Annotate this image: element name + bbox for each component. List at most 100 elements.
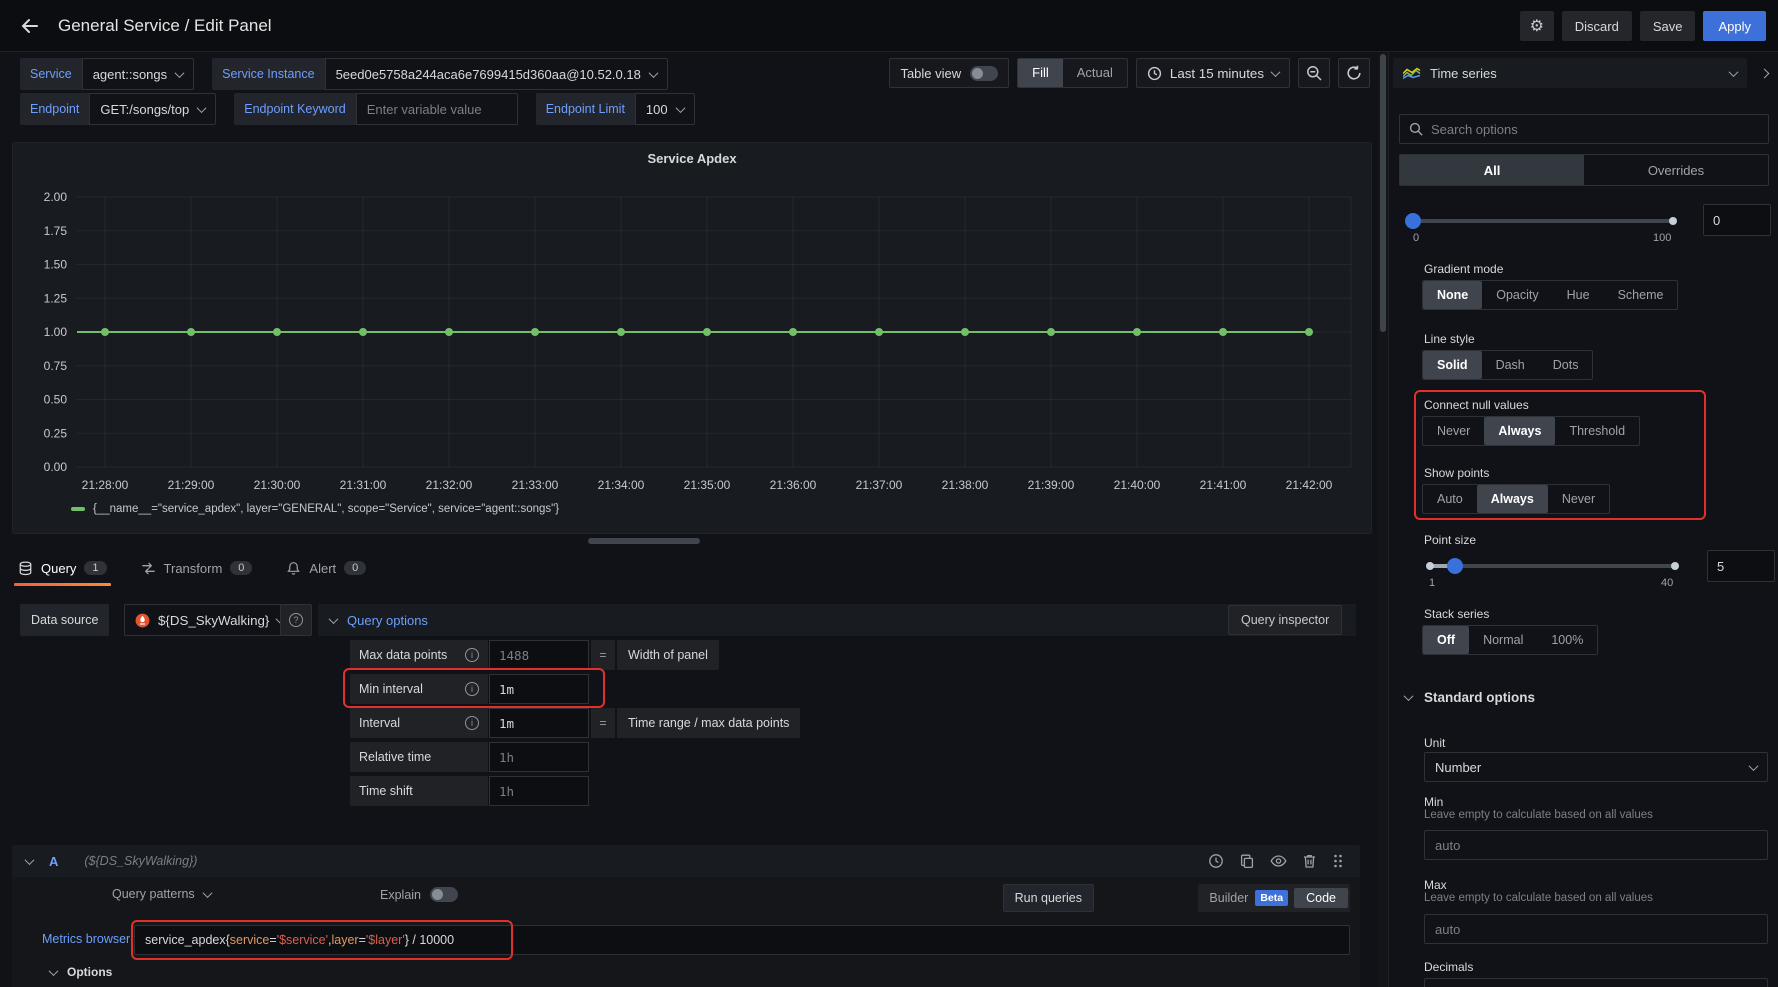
min-input[interactable] (1424, 830, 1768, 860)
line-style-option-solid[interactable]: Solid (1423, 351, 1482, 379)
tab-transform[interactable]: Transform 0 (137, 548, 257, 588)
max-data-points-input[interactable]: 1488 (489, 640, 589, 670)
actual-option[interactable]: Actual (1063, 59, 1127, 87)
help-icon: ? (289, 613, 303, 627)
fill-option[interactable]: Fill (1018, 59, 1063, 87)
line-style-option-dots[interactable]: Dots (1539, 351, 1593, 379)
show-points-option-always[interactable]: Always (1477, 485, 1548, 513)
connect-nulls-option-always[interactable]: Always (1484, 417, 1555, 445)
promql-token: = (269, 933, 276, 947)
chevron-down-icon (197, 103, 207, 113)
endpoint-limit-dropdown[interactable]: 100 (635, 93, 695, 125)
endpoint-dropdown[interactable]: GET:/songs/top (89, 93, 216, 125)
line-style-option-dash[interactable]: Dash (1482, 351, 1539, 379)
connect-nulls-option-threshold[interactable]: Threshold (1555, 417, 1639, 445)
show-points-option-never[interactable]: Never (1548, 485, 1609, 513)
eye-icon[interactable] (1270, 853, 1287, 869)
svg-text:21:40:00: 21:40:00 (1114, 478, 1161, 492)
gradient-mode-option-opacity[interactable]: Opacity (1482, 281, 1552, 309)
query-patterns-dropdown[interactable]: Query patterns (112, 887, 211, 901)
back-button[interactable] (20, 16, 40, 36)
point-size-value-input[interactable] (1707, 550, 1775, 582)
panel-toolbar: Table view Fill Actual Last 15 minutes (889, 58, 1370, 88)
time-range-picker[interactable]: Last 15 minutes (1136, 58, 1290, 88)
min-interval-input[interactable]: 1m (489, 674, 589, 704)
visualization-picker[interactable]: Time series (1393, 58, 1747, 88)
query-options-collapsible[interactable]: Options (50, 965, 112, 979)
promql-code-editor[interactable]: service_apdex{service='$service', layer=… (134, 925, 1350, 955)
time-shift-input[interactable]: 1h (489, 776, 589, 806)
gradient-mode-option-hue[interactable]: Hue (1553, 281, 1604, 309)
relative-time-input[interactable]: 1h (489, 742, 589, 772)
stack-series-label: Stack series (1424, 607, 1489, 621)
tab-overrides[interactable]: Overrides (1584, 155, 1768, 185)
fill-opacity-slider-track[interactable] (1413, 219, 1673, 223)
chart-legend[interactable]: {__name__="service_apdex", layer="GENERA… (71, 503, 559, 515)
tab-all[interactable]: All (1400, 155, 1584, 185)
discard-button[interactable]: Discard (1562, 11, 1632, 41)
standard-options-section[interactable]: Standard options (1405, 690, 1535, 705)
duplicate-icon[interactable] (1239, 853, 1255, 869)
connect-nulls-option-never[interactable]: Never (1423, 417, 1484, 445)
query-options-header[interactable]: Query options (318, 604, 1356, 636)
chevron-down-icon (1749, 761, 1759, 771)
service-instance-dropdown[interactable]: 5eed0e5758a244aca6e7699415d360aa@10.52.0… (325, 58, 668, 90)
svg-text:21:39:00: 21:39:00 (1028, 478, 1075, 492)
scrollbar-thumb[interactable] (1380, 54, 1386, 332)
top-navigation-bar: General Service / Edit Panel ⚙ Discard S… (0, 0, 1778, 52)
svg-text:21:37:00: 21:37:00 (856, 478, 903, 492)
unit-dropdown[interactable]: Number (1424, 752, 1768, 782)
datasource-picker[interactable]: ${DS_SkyWalking} (124, 604, 295, 636)
options-label: Options (67, 965, 112, 979)
query-inspector-button[interactable]: Query inspector (1228, 605, 1342, 635)
stack-series-option-100-[interactable]: 100% (1537, 626, 1597, 654)
decimals-input[interactable] (1424, 978, 1768, 987)
gradient-mode-option-none[interactable]: None (1423, 281, 1482, 309)
apply-button[interactable]: Apply (1703, 11, 1766, 41)
zoom-out-icon (1306, 65, 1322, 81)
vertical-scrollbar[interactable] (1378, 52, 1388, 987)
horizontal-scrollbar[interactable] (588, 538, 700, 544)
stack-series-option-off[interactable]: Off (1423, 626, 1469, 654)
drag-handle-icon[interactable] (1332, 853, 1344, 869)
code-mode-option[interactable]: Code (1294, 888, 1348, 908)
history-icon[interactable] (1208, 853, 1224, 869)
endpoint-keyword-input[interactable] (356, 93, 518, 125)
svg-text:21:33:00: 21:33:00 (512, 478, 559, 492)
show-points-option-auto[interactable]: Auto (1423, 485, 1477, 513)
trash-icon[interactable] (1302, 853, 1317, 869)
svg-text:21:28:00: 21:28:00 (82, 478, 129, 492)
standard-options-header: Standard options (1424, 690, 1535, 705)
run-queries-button[interactable]: Run queries (1003, 884, 1094, 912)
metrics-browser-button[interactable]: Metrics browser (42, 932, 144, 946)
datasource-help-button[interactable]: ? (280, 604, 312, 636)
stack-series-option-normal[interactable]: Normal (1469, 626, 1537, 654)
info-icon: i (465, 716, 479, 730)
tab-alert[interactable]: Alert 0 (282, 548, 370, 588)
save-button[interactable]: Save (1640, 11, 1696, 41)
min-label: Min (1424, 795, 1443, 809)
table-view-control: Table view (889, 58, 1009, 88)
point-size-slider-handle[interactable] (1447, 558, 1463, 574)
collapse-options-button[interactable] (1753, 58, 1775, 88)
panel-settings-button[interactable]: ⚙ (1520, 11, 1554, 41)
fill-opacity-value-input[interactable] (1703, 204, 1771, 236)
time-series-chart[interactable]: 2.001.751.501.251.000.750.500.250.0021:2… (21, 171, 1365, 523)
fill-opacity-slider-handle[interactable] (1405, 213, 1421, 229)
refresh-button[interactable] (1338, 58, 1370, 88)
builder-mode-option[interactable]: Builder (1200, 891, 1255, 905)
stack-series-group: OffNormal100% (1422, 625, 1598, 655)
service-dropdown[interactable]: agent::songs (82, 58, 194, 90)
gradient-mode-option-scheme[interactable]: Scheme (1604, 281, 1678, 309)
chevron-down-icon (202, 888, 212, 898)
zoom-out-button[interactable] (1298, 58, 1330, 88)
svg-text:21:29:00: 21:29:00 (168, 478, 215, 492)
point-size-slider-track[interactable] (1429, 564, 1675, 568)
search-options-input[interactable] (1431, 122, 1759, 137)
query-row-a-header[interactable]: A (${DS_SkyWalking}) (12, 845, 1360, 877)
connect-null-values-label: Connect null values (1424, 398, 1529, 412)
max-input[interactable] (1424, 914, 1768, 944)
explain-toggle[interactable] (430, 887, 458, 902)
table-view-toggle[interactable] (970, 66, 998, 81)
tab-query[interactable]: Query 1 (14, 548, 111, 588)
